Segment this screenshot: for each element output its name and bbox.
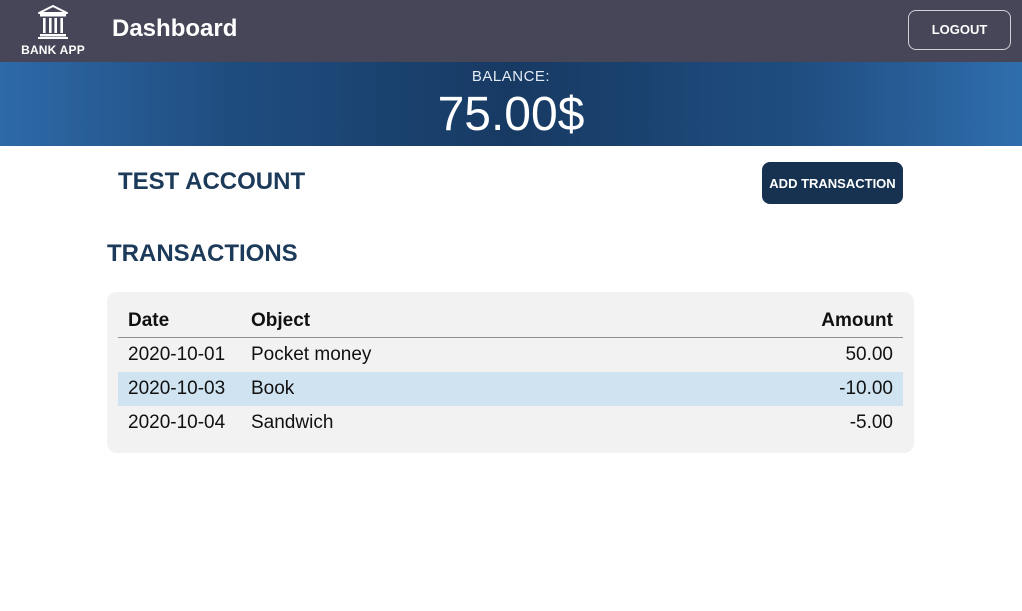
top-bar: BANK APP Dashboard LOGOUT (0, 0, 1022, 62)
balance-amount: 75.00$ (0, 86, 1022, 144)
balance-label: BALANCE: (471, 68, 551, 85)
transactions-table: Date Object Amount 2020-10-01 Pocket mon… (118, 304, 903, 440)
transaction-date: 2020-10-01 (128, 344, 226, 365)
balance-value: 75.00 (437, 88, 558, 141)
transactions-panel: Date Object Amount 2020-10-01 Pocket mon… (107, 292, 914, 453)
table-row[interactable]: 2020-10-01 Pocket money 50.00 (118, 338, 903, 373)
transaction-amount: -10.00 (641, 372, 903, 406)
column-header-date: Date (118, 304, 241, 338)
transaction-amount: 50.00 (845, 344, 893, 365)
transaction-amount: -5.00 (849, 412, 893, 433)
transaction-date: 2020-10-03 (118, 372, 241, 406)
table-header-row: Date Object Amount (118, 304, 903, 338)
balance-currency: $ (557, 88, 585, 141)
table-row[interactable]: 2020-10-04 Sandwich -5.00 (118, 406, 903, 440)
transaction-object: Sandwich (251, 412, 334, 433)
page-title: Dashboard (112, 15, 238, 42)
transaction-date: 2020-10-04 (128, 412, 226, 433)
transaction-object: Pocket money (251, 344, 372, 365)
transaction-object: Book (241, 372, 642, 406)
transactions-heading: TRANSACTIONS (107, 240, 298, 267)
account-name: TEST ACCOUNT (118, 168, 306, 195)
logo-text: BANK APP (21, 43, 85, 57)
add-transaction-button[interactable]: ADD TRANSACTION (762, 162, 903, 204)
column-header-amount: Amount (641, 304, 903, 338)
column-header-object: Object (241, 304, 642, 338)
bank-building-icon (38, 5, 68, 39)
bank-logo[interactable]: BANK APP (18, 5, 88, 57)
logout-button[interactable]: LOGOUT (908, 10, 1011, 50)
table-row[interactable]: 2020-10-03 Book -10.00 (118, 372, 903, 406)
balance-banner: BALANCE: 75.00$ (0, 62, 1022, 146)
